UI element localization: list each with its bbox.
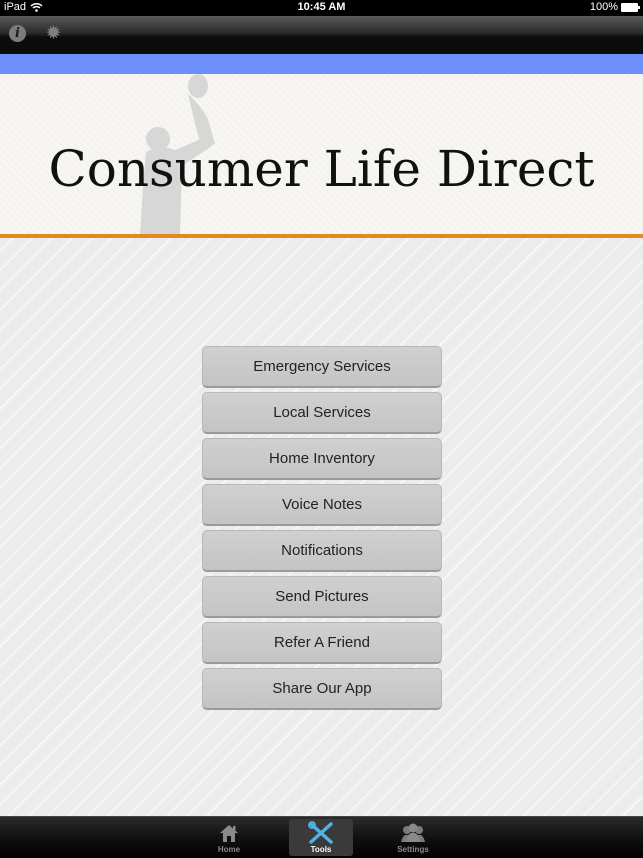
tab-home-label: Home (217, 845, 241, 854)
home-icon (220, 825, 238, 842)
header-banner: Consumer Life Direct (0, 74, 643, 234)
tab-settings[interactable]: Settings (381, 819, 445, 856)
blue-band (0, 54, 643, 75)
home-inventory-button[interactable]: Home Inventory (202, 438, 442, 480)
refer-a-friend-button[interactable]: Refer A Friend (202, 622, 442, 664)
users-icon (401, 823, 425, 842)
notifications-button[interactable]: Notifications (202, 530, 442, 572)
tab-tools-label: Tools (310, 845, 332, 854)
battery-percent: 100% (589, 1, 618, 13)
share-our-app-button[interactable]: Share Our App (202, 668, 442, 710)
tab-settings-label: Settings (397, 845, 429, 854)
emergency-services-button[interactable]: Emergency Services (202, 346, 442, 388)
main-content: Emergency Services Local Services Home I… (0, 238, 643, 816)
app-title: Consumer Life Direct (48, 140, 595, 198)
top-toolbar: i ✹ (0, 16, 643, 54)
send-pictures-button[interactable]: Send Pictures (202, 576, 442, 618)
voice-notes-button[interactable]: Voice Notes (202, 484, 442, 526)
tools-icon (308, 821, 333, 844)
status-bar: iPad 10:45 AM 100% (0, 0, 643, 16)
tools-menu: Emergency Services Local Services Home I… (202, 346, 442, 714)
gear-icon[interactable]: ✹ (45, 23, 62, 44)
status-time: 10:45 AM (297, 1, 346, 13)
battery-icon (621, 2, 640, 12)
info-icon[interactable]: i (9, 25, 26, 42)
status-right: 100% (589, 1, 640, 13)
local-services-button[interactable]: Local Services (202, 392, 442, 434)
tab-home[interactable]: Home (197, 819, 261, 856)
tab-tools[interactable]: Tools (289, 819, 353, 856)
tab-bar: Home Tools Settings (0, 816, 643, 858)
